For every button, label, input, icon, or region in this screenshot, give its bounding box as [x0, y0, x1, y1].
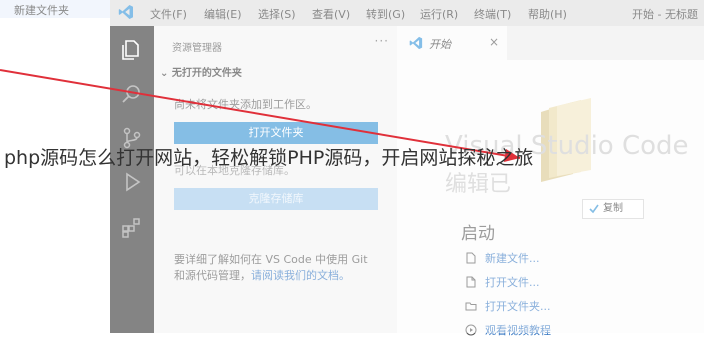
open-file-icon: [466, 276, 476, 288]
open-folder-button[interactable]: 打开文件夹: [174, 122, 378, 144]
sidebar-title: 资源管理器: [172, 43, 222, 54]
tab-bar: 开始 ×: [397, 26, 704, 60]
more-actions-icon[interactable]: ···: [375, 34, 389, 48]
start-video-tutorial[interactable]: 观看视频教程: [465, 322, 551, 338]
window-title: 开始 - 无标题: [632, 8, 698, 21]
menu-run[interactable]: 运行(R): [420, 6, 458, 22]
docs-link[interactable]: 请阅读我们的文档。: [251, 269, 350, 282]
section-title: 无打开的文件夹: [171, 68, 242, 79]
copy-popup[interactable]: 复制: [582, 199, 644, 219]
menu-selection[interactable]: 选择(S): [258, 6, 296, 22]
explorer-toolbar: 新建文件夹: [0, 0, 110, 18]
menu-view[interactable]: 查看(V): [312, 6, 350, 22]
scm-help-text: 要详细了解如何在 VS Code 中使用 Git 和源代码管理，请阅读我们的文档…: [174, 252, 380, 284]
new-file-icon: [466, 252, 476, 264]
play-circle-icon: [465, 324, 477, 336]
menu-edit[interactable]: 编辑(E): [204, 6, 242, 22]
no-folder-section[interactable]: ⌄ 无打开的文件夹: [160, 64, 242, 79]
no-folder-text: 尚未将文件夹添加到工作区。: [174, 98, 317, 111]
start-new-file[interactable]: 新建文件...: [465, 250, 540, 266]
activity-bar: [110, 26, 154, 333]
extensions-icon[interactable]: [120, 216, 144, 240]
menu-go[interactable]: 转到(G): [366, 6, 405, 22]
explorer-icon[interactable]: [120, 38, 144, 62]
copy-icon: [589, 204, 599, 214]
run-debug-icon[interactable]: [120, 170, 144, 194]
overlay-caption: php源码怎么打开网站，轻松解锁PHP源码，开启网站探秘之旅: [4, 147, 534, 169]
tab-welcome[interactable]: 开始 ×: [397, 26, 507, 60]
close-icon[interactable]: ×: [489, 35, 499, 49]
start-open-file[interactable]: 打开文件...: [465, 274, 540, 290]
clone-repo-button[interactable]: 克隆存储库: [174, 188, 378, 210]
vscode-tab-icon: [409, 36, 423, 50]
explorer-sidebar: 资源管理器 ··· ⌄ 无打开的文件夹 尚未将文件夹添加到工作区。 打开文件夹 …: [154, 26, 397, 333]
chevron-down-icon: ⌄: [160, 68, 172, 79]
menu-help[interactable]: 帮助(H): [528, 6, 567, 22]
start-heading: 启动: [461, 224, 495, 244]
title-bar: 文件(F) 编辑(E) 选择(S) 查看(V) 转到(G) 运行(R) 终端(T…: [110, 0, 704, 26]
copy-label: 复制: [603, 203, 623, 214]
editor-area: 开始 × Visual Studio Code 编辑已 复制 启动 新建文件..…: [397, 26, 704, 337]
tab-label: 开始: [429, 38, 451, 51]
menu-terminal[interactable]: 终端(T): [474, 6, 511, 22]
new-folder-item[interactable]: 新建文件夹: [14, 2, 69, 18]
folder-icon: [465, 302, 477, 311]
menu-file[interactable]: 文件(F): [150, 6, 187, 22]
vscode-logo-icon: [118, 5, 133, 19]
start-open-folder[interactable]: 打开文件夹...: [465, 298, 551, 314]
search-icon[interactable]: [120, 82, 144, 106]
